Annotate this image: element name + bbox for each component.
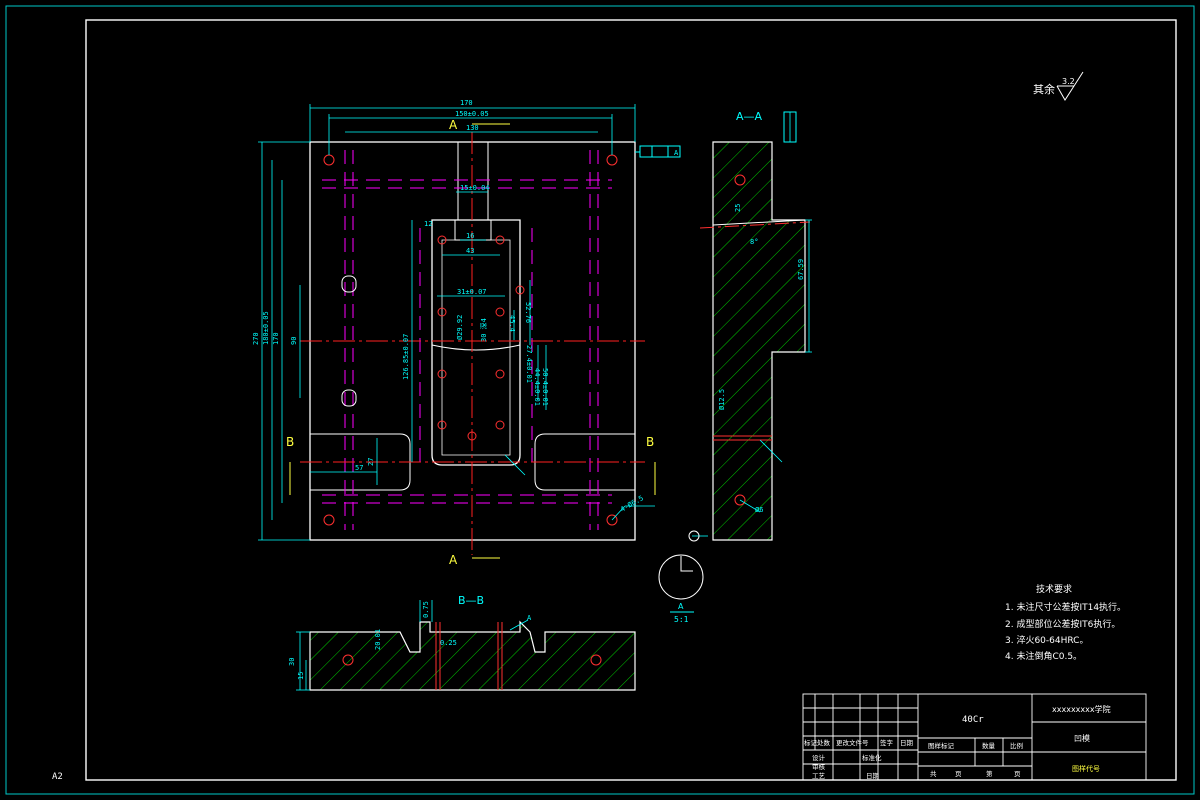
tb-stage-2: 比例 — [1010, 741, 1023, 750]
dim-25: 25 — [734, 204, 742, 212]
bb-ref: A — [527, 614, 532, 622]
dim-27b: 27.4±0.01 — [525, 345, 533, 383]
dim-52: 52.76 — [524, 302, 532, 323]
dim-180: 180±0.05 — [262, 311, 270, 345]
dim-4r: 4-Ø6.5 — [619, 494, 645, 514]
dim-44: 44.4±0.01 — [533, 368, 541, 406]
dim-126: 126.85±0.07 — [402, 334, 410, 380]
note-1: 1. 未注尺寸公差按IT14执行。 — [1005, 601, 1126, 613]
detail-label: A — [678, 602, 684, 611]
note-4: 4. 未注倒角C0.5。 — [1005, 650, 1082, 662]
title-block-text: 40Cr xxxxxxxxx学院 凹模 图样代号 标记 处数 更改文件号 签字 … — [804, 704, 1111, 780]
dim-ref: A — [674, 149, 679, 157]
dim-31: 31±0.07 — [457, 288, 487, 296]
tb-part: 凹模 — [1074, 733, 1090, 743]
tb-sheets-3: 页 — [1014, 770, 1021, 778]
dim-150: 150±0.05 — [455, 110, 489, 118]
tb-r2-2: 标准化 — [862, 753, 882, 762]
tb-drawing-no: 图样代号 — [1072, 764, 1100, 773]
tb-sheets-1: 页 — [955, 770, 962, 778]
detail-a: A 5:1 — [658, 554, 704, 624]
section-a-top: A — [449, 118, 458, 132]
note-2: 2. 成型部位公差按IT6执行。 — [1005, 618, 1120, 630]
section-b-right: B — [646, 435, 654, 449]
tb-r2-0: 设计 — [812, 753, 826, 762]
tb-hdr-3: 签字 — [880, 738, 894, 747]
detail-notch — [680, 556, 693, 572]
tb-sheets-0: 共 — [930, 769, 937, 778]
hole — [323, 154, 335, 166]
dim-43: 43 — [466, 247, 474, 255]
tb-r3-0: 审核 — [812, 762, 826, 771]
tb-school: xxxxxxxxx学院 — [1052, 704, 1111, 714]
tb-hdr-2: 更改文件号 — [836, 738, 869, 747]
dim-29: Ø29.92 — [456, 315, 464, 340]
tb-r4-2: 日期 — [866, 772, 880, 780]
dim-15: 15±0.04 — [460, 184, 490, 192]
cavity-inner — [441, 239, 511, 456]
tb-hdr-0: 标记 — [804, 738, 818, 747]
section-a-bottom: A — [449, 553, 458, 567]
tb-hdr-4: 日期 — [900, 739, 914, 747]
aa-title: A—A — [736, 110, 763, 123]
hole — [495, 369, 505, 379]
tb-hdr-1: 处数 — [817, 738, 831, 747]
plan-view: 170 150±0.05 130 15±0.04 16 43 31±0.07 5… — [252, 99, 681, 567]
dim-27: 27 — [367, 458, 375, 466]
dim-170: 170 — [460, 99, 473, 107]
tb-sheets-2: 第 — [986, 769, 993, 778]
cavity-outline — [431, 219, 521, 466]
plan-holes — [323, 154, 618, 526]
section-aa-view: A—A 67.59 8° 25 Ø6 Ø12.5 — [688, 110, 812, 542]
cavity-mid-arc — [431, 344, 521, 351]
dim-90: 90 — [290, 337, 298, 345]
dim-12: 12 — [424, 220, 432, 228]
dim-tol: Ø12.5 — [718, 389, 726, 410]
technical-notes: 技术要求 1. 未注尺寸公差按IT14执行。 2. 成型部位公差按IT6执行。 … — [1005, 583, 1126, 662]
aa-outline — [712, 141, 806, 541]
dim-170v: 170 — [272, 332, 280, 345]
hole — [606, 154, 618, 166]
dim-025: 0.25 — [440, 639, 457, 647]
center-lines — [300, 132, 645, 555]
roughness-label: 其余 — [1033, 82, 1055, 96]
sheet-size-label: A2 — [52, 772, 63, 782]
detail-scale: 5:1 — [674, 615, 689, 624]
notes-title: 技术要求 — [1036, 583, 1072, 595]
section-b-left: B — [286, 435, 294, 449]
bb-outline — [309, 620, 636, 691]
dim-20: 20.01 — [374, 629, 382, 650]
dim-16: 16 — [466, 232, 474, 240]
tb-stage-1: 数量 — [982, 741, 996, 750]
roughness-mark: 其余 3.2 — [1033, 71, 1084, 101]
hole — [495, 420, 505, 430]
tb-r4-0: 工艺 — [812, 772, 826, 780]
dim-57: 57 — [355, 464, 363, 472]
dim-6: Ø6 — [755, 506, 763, 514]
tb-material: 40Cr — [962, 715, 984, 725]
dim-50: 50.4±0.01 — [541, 368, 549, 406]
dim-075: 0.75 — [422, 601, 430, 618]
note-3: 3. 淬火60-64HRC。 — [1005, 634, 1088, 646]
drawing-sheet: A2 其余 3.2 170 150±0.05 130 15±0.04 16 43… — [5, 5, 1195, 795]
dim-8deg: 8° — [750, 238, 758, 246]
plan-dim-text: 170 150±0.05 130 15±0.04 16 43 31±0.07 5… — [252, 99, 679, 514]
dim-130: 130 — [466, 124, 479, 132]
top-channel — [457, 141, 489, 221]
bb-title: B—B — [458, 594, 484, 607]
hole — [495, 307, 505, 317]
dim-30: 30 深4 — [479, 318, 488, 342]
dim-270: 270 — [252, 332, 260, 345]
dim-30b: 30 — [288, 658, 296, 666]
hidden-lines — [322, 150, 612, 530]
roughness-value: 3.2 — [1062, 77, 1075, 86]
hole — [323, 514, 335, 526]
section-bb-view: B—B 30 15 20.01 0.75 0.25 A — [288, 594, 636, 691]
tb-stage-0: 图样标记 — [928, 741, 955, 750]
dim-67: 67.59 — [797, 259, 805, 280]
dim-45: 45.4 — [508, 315, 516, 332]
dim-15b: 15 — [297, 672, 305, 680]
